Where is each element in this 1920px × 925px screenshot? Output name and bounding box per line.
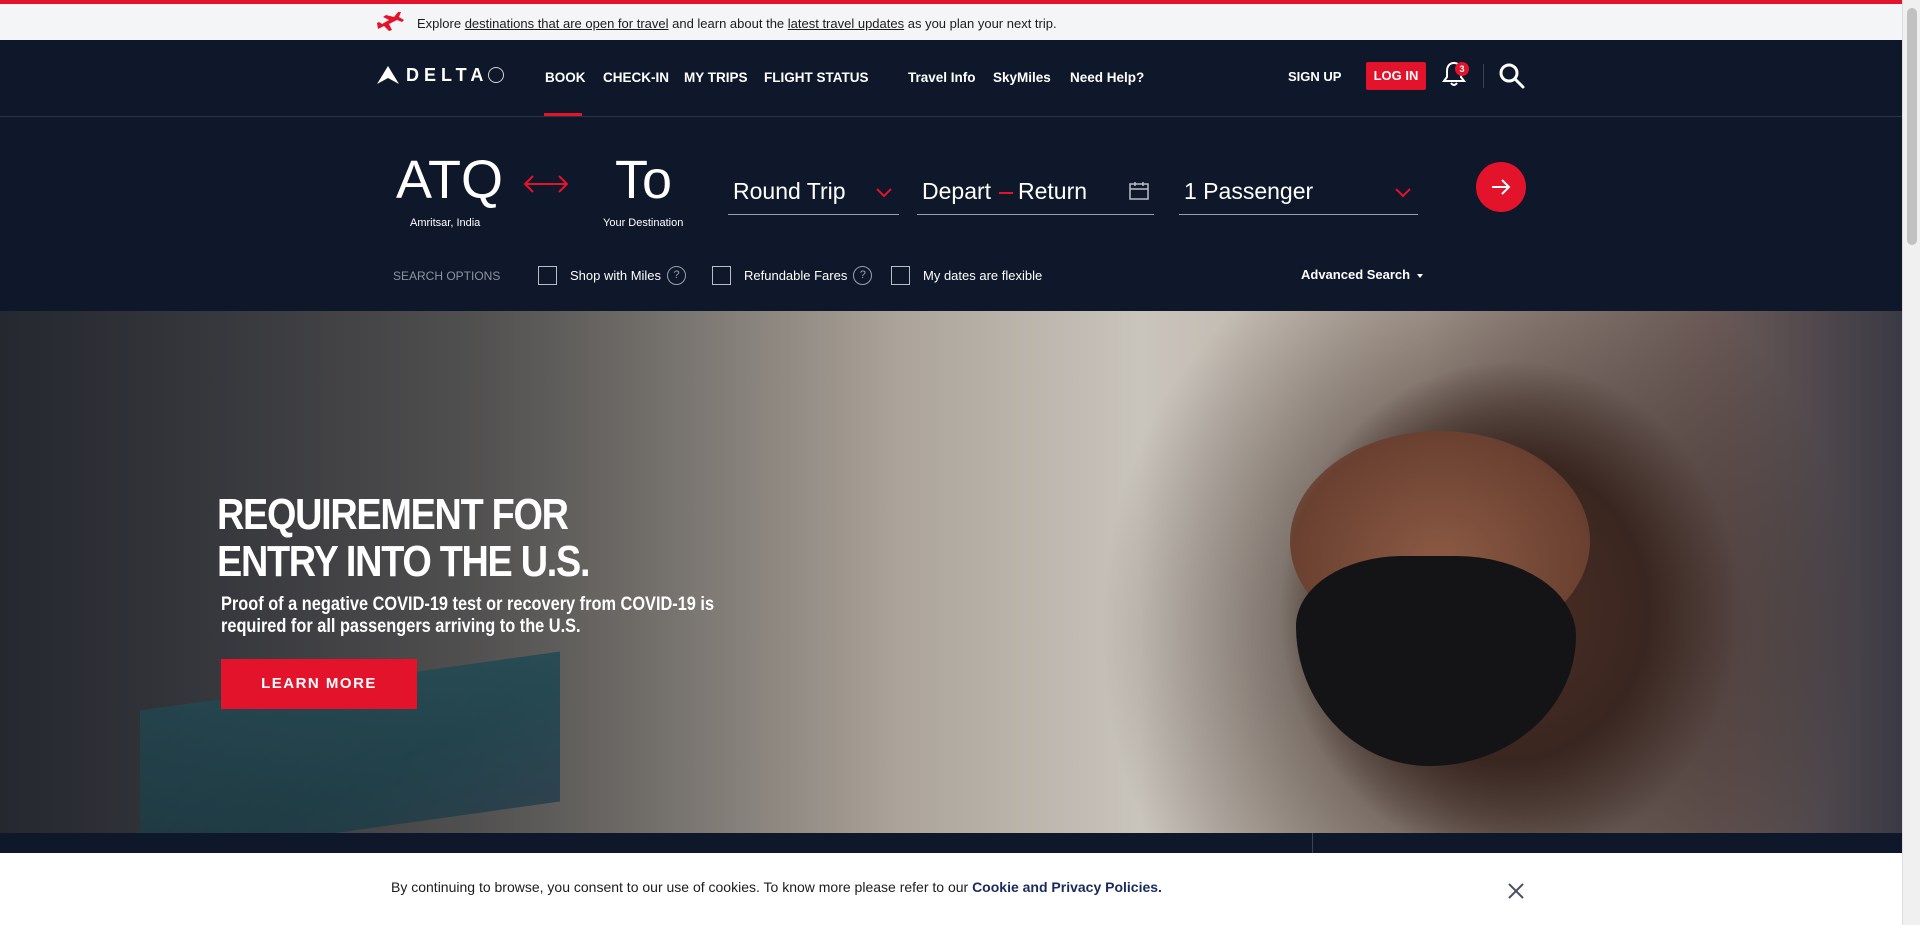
help-icon[interactable]: ?	[667, 265, 687, 285]
nav-active-indicator	[544, 113, 582, 116]
search-icon	[1499, 63, 1525, 89]
passenger-count-select[interactable]: 1 Passenger	[1179, 177, 1418, 215]
learn-more-button[interactable]: LEARN MORE	[221, 659, 417, 709]
hero-title-line2: ENTRY INTO THE U.S.	[217, 537, 590, 586]
alert-suffix: as you plan your next trip.	[904, 16, 1057, 31]
calendar-icon	[1129, 182, 1149, 200]
origin-city: Amritsar, India	[410, 217, 481, 229]
hero-subtitle: Proof of a negative COVID-19 test or rec…	[221, 594, 715, 637]
chevron-down-icon	[1395, 188, 1411, 198]
advanced-search-toggle[interactable]: Advanced Search	[1301, 267, 1424, 282]
shop-with-miles-label: Shop with Miles	[570, 267, 662, 283]
destination-airport-code[interactable]: To	[615, 149, 672, 211]
main-navbar: DELTA BOOK CHECK-IN MY TRIPS FLIGHT STAT…	[0, 40, 1902, 117]
trip-type-value: Round Trip	[733, 178, 846, 204]
travel-dates-field[interactable]: Depart Return	[917, 177, 1154, 215]
passenger-count-value: 1 Passenger	[1184, 178, 1314, 204]
flight-booking-widget: ATQ Amritsar, India To Your Destination …	[0, 117, 1902, 311]
nav-my-trips[interactable]: MY TRIPS	[684, 70, 748, 85]
alert-prefix: Explore	[417, 16, 465, 31]
trip-type-select[interactable]: Round Trip	[728, 177, 899, 215]
notification-count-badge: 3	[1455, 62, 1469, 76]
return-label: Return	[1018, 178, 1088, 204]
widget-logo-icon	[377, 66, 399, 84]
swap-airports-icon[interactable]	[522, 173, 570, 195]
log-in-button[interactable]: LOG IN	[1366, 62, 1426, 90]
depart-label: Depart	[922, 178, 992, 204]
chevron-down-icon	[876, 188, 892, 198]
cookie-consent-banner: By continuing to browse, you consent to …	[0, 853, 1902, 925]
flexible-dates-checkbox[interactable]	[891, 265, 910, 285]
alert-message: Explore destinations that are open for t…	[417, 16, 1057, 31]
refundable-fares-label: Refundable Fares	[744, 267, 848, 283]
advanced-search-label: Advanced Search	[1301, 267, 1411, 282]
refundable-fares-checkbox[interactable]	[712, 265, 731, 285]
nav-need-help[interactable]: Need Help?	[1070, 70, 1144, 85]
skyteam-globe-icon	[488, 67, 505, 83]
origin-airport-code[interactable]: ATQ	[396, 149, 503, 211]
plane-icon	[377, 12, 404, 31]
sign-up-link[interactable]: SIGN UP	[1288, 69, 1341, 84]
find-flights-button[interactable]	[1476, 162, 1526, 212]
nav-book[interactable]: BOOK	[545, 70, 586, 85]
logo-text: DELTA	[406, 64, 489, 85]
notifications-button[interactable]: 3	[1441, 60, 1471, 90]
arrow-right-icon	[1492, 179, 1511, 195]
shop-with-miles-option[interactable]: Shop with Miles ?	[538, 264, 687, 286]
flexible-dates-label: My dates are flexible	[923, 267, 1043, 283]
nav-check-in[interactable]: CHECK-IN	[603, 70, 669, 85]
close-icon[interactable]	[1506, 881, 1526, 901]
content-band-divider	[1312, 833, 1313, 853]
nav-flight-status[interactable]: FLIGHT STATUS	[764, 70, 869, 85]
nav-divider	[1483, 64, 1484, 88]
cookie-message: By continuing to browse, you consent to …	[391, 879, 1162, 895]
travel-alert-bar: Explore destinations that are open for t…	[0, 4, 1902, 40]
caret-down-icon	[1417, 273, 1424, 278]
site-search-button[interactable]	[1498, 62, 1526, 90]
date-separator	[999, 192, 1013, 194]
cookie-text: By continuing to browse, you consent to …	[391, 879, 973, 895]
scrollbar-thumb[interactable]	[1907, 8, 1917, 245]
shop-with-miles-checkbox[interactable]	[538, 265, 557, 285]
help-icon[interactable]: ?	[853, 265, 873, 285]
hero-banner: REQUIREMENT FOR ENTRY INTO THE U.S. Proo…	[0, 311, 1902, 833]
destination-label: Your Destination	[603, 217, 684, 229]
nav-travel-info[interactable]: Travel Info	[908, 70, 976, 85]
travel-updates-link[interactable]: latest travel updates	[788, 16, 904, 31]
hero-title: REQUIREMENT FOR ENTRY INTO THE U.S.	[217, 490, 590, 586]
search-options-label: SEARCH OPTIONS	[393, 269, 501, 283]
page-scrollbar[interactable]	[1902, 0, 1920, 925]
open-destinations-link[interactable]: destinations that are open for travel	[465, 16, 669, 31]
alert-middle: and learn about the	[668, 16, 788, 31]
flexible-dates-option[interactable]: My dates are flexible	[891, 264, 1042, 286]
hero-face-mask-image	[1296, 556, 1576, 766]
delta-logo[interactable]: DELTA	[376, 64, 505, 85]
cookie-policy-link[interactable]: Cookie and Privacy Policies.	[972, 879, 1162, 895]
nav-skymiles[interactable]: SkyMiles	[993, 70, 1051, 85]
refundable-fares-option[interactable]: Refundable Fares ?	[712, 264, 873, 286]
content-band	[0, 833, 1902, 853]
hero-title-line1: REQUIREMENT FOR	[217, 490, 569, 539]
